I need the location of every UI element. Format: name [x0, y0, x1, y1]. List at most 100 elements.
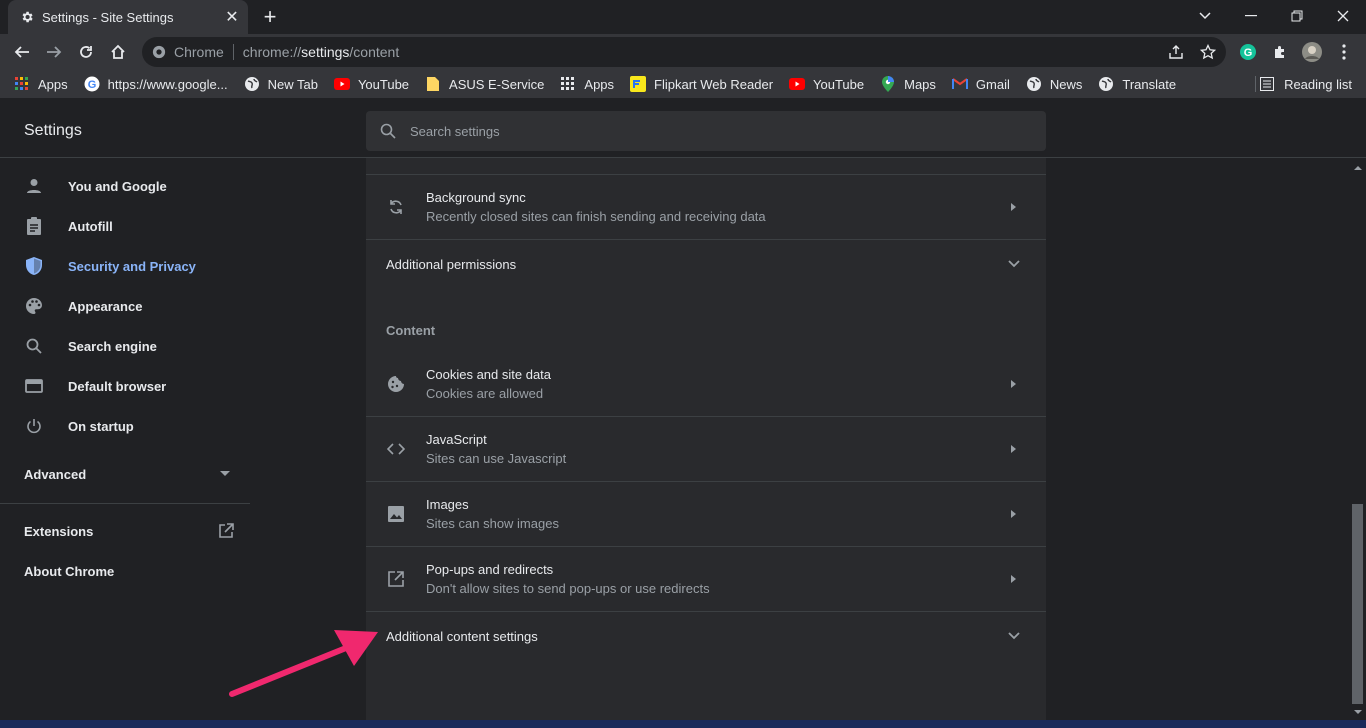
restore-button[interactable] — [1274, 0, 1320, 32]
bookmark-flipkart[interactable]: Flipkart Web Reader — [630, 76, 773, 92]
bookmark-label: Maps — [904, 76, 936, 92]
grammarly-icon[interactable]: G — [1236, 40, 1260, 64]
bookmark-label: https://www.google... — [107, 76, 228, 92]
row-subtitle: Recently closed sites can finish sending… — [426, 209, 766, 224]
sidebar-item-on-startup[interactable]: On startup — [0, 406, 250, 446]
person-icon — [24, 176, 44, 196]
bookmark-label: New Tab — [267, 76, 318, 92]
sidebar-item-security[interactable]: Security and Privacy — [0, 246, 250, 286]
search-settings-box[interactable] — [366, 111, 1046, 151]
sidebar-item-appearance[interactable]: Appearance — [0, 286, 250, 326]
sidebar-item-label: Default browser — [68, 378, 167, 394]
row-popups[interactable]: Pop-ups and redirects Don't allow sites … — [366, 547, 1046, 611]
reading-list-icon — [1260, 77, 1275, 91]
globe-icon — [1026, 76, 1042, 92]
tab-title: Settings - Site Settings — [42, 9, 174, 25]
row-background-sync[interactable]: Background sync Recently closed sites ca… — [366, 175, 1046, 239]
gear-icon — [20, 10, 34, 24]
omnibox-separator — [232, 44, 234, 60]
url-path: /content — [349, 44, 400, 60]
sidebar-divider — [0, 503, 250, 504]
bookmark-youtube-2[interactable]: YouTube — [789, 76, 864, 92]
bookmark-translate[interactable]: Translate — [1098, 76, 1176, 92]
clipboard-icon — [24, 216, 44, 236]
sidebar-item-autofill[interactable]: Autofill — [0, 206, 250, 246]
row-subtitle: Sites can use Javascript — [426, 451, 567, 466]
sidebar-item-search-engine[interactable]: Search engine — [0, 326, 250, 366]
folder-icon — [425, 76, 441, 92]
extensions-puzzle-icon[interactable] — [1268, 40, 1292, 64]
search-icon — [24, 336, 44, 356]
bookmark-label: Flipkart Web Reader — [654, 76, 774, 92]
reading-list-button[interactable]: Reading list — [1260, 70, 1352, 98]
row-images[interactable]: Images Sites can show images — [366, 482, 1046, 546]
menu-kebab-icon[interactable] — [1332, 40, 1356, 64]
chevron-right-icon — [1008, 508, 1020, 520]
globe-icon — [244, 76, 260, 92]
sidebar-item-label: About Chrome — [24, 563, 115, 579]
bookmark-new-tab[interactable]: New Tab — [244, 76, 318, 92]
youtube-icon — [789, 76, 806, 92]
minimize-button[interactable] — [1228, 0, 1274, 32]
bookmark-maps[interactable]: Maps — [880, 76, 936, 92]
reload-button[interactable] — [72, 38, 100, 66]
reading-list-label: Reading list — [1284, 76, 1352, 92]
tab-search-icon[interactable] — [1182, 0, 1228, 32]
sidebar-item-label: Advanced — [24, 466, 87, 482]
row-cookies[interactable]: Cookies and site data Cookies are allowe… — [366, 351, 1046, 416]
sidebar-item-default-browser[interactable]: Default browser — [0, 366, 250, 406]
open-in-new-icon — [386, 569, 406, 589]
bookmark-label: YouTube — [813, 76, 865, 92]
close-window-button[interactable] — [1320, 0, 1366, 32]
code-icon — [386, 439, 406, 459]
bookmark-gmail[interactable]: Gmail — [951, 76, 1010, 92]
close-tab-icon[interactable]: ✕ — [222, 7, 242, 27]
shield-icon — [24, 256, 44, 276]
palette-icon — [24, 296, 44, 316]
tab-settings[interactable]: Settings - Site Settings ✕ — [8, 0, 248, 34]
bookmark-apps-2[interactable]: Apps — [560, 76, 614, 92]
search-input[interactable] — [410, 123, 1010, 139]
bookmark-google[interactable]: G https://www.google... — [84, 76, 228, 92]
row-subtitle: Don't allow sites to send pop-ups or use… — [426, 581, 710, 596]
bookmark-apps[interactable]: Apps — [14, 76, 68, 92]
row-additional-content-settings[interactable]: Additional content settings — [366, 612, 1046, 660]
scrollbar-thumb[interactable] — [1352, 504, 1363, 704]
sidebar-item-extensions[interactable]: Extensions — [0, 511, 250, 551]
maps-icon — [880, 76, 896, 92]
open-in-new-icon — [218, 523, 234, 539]
home-button[interactable] — [104, 38, 132, 66]
row-additional-permissions[interactable]: Additional permissions — [366, 240, 1046, 288]
flipkart-icon — [630, 76, 647, 92]
chevron-down-icon — [1008, 630, 1020, 642]
bookmark-asus[interactable]: ASUS E-Service — [425, 76, 544, 92]
bookmarks-divider — [1255, 76, 1256, 92]
sidebar-item-you-and-google[interactable]: You and Google — [0, 166, 250, 206]
row-javascript[interactable]: JavaScript Sites can use Javascript — [366, 417, 1046, 481]
globe-icon — [1098, 76, 1114, 92]
google-icon: G — [84, 76, 100, 92]
bookmark-label: ASUS E-Service — [449, 76, 545, 92]
bookmark-youtube[interactable]: YouTube — [333, 76, 409, 92]
scroll-up-icon[interactable] — [1350, 162, 1366, 174]
sidebar-item-about-chrome[interactable]: About Chrome — [0, 551, 250, 591]
address-bar[interactable]: Chrome chrome://settings/content — [142, 37, 1226, 67]
new-tab-button[interactable]: + — [258, 4, 282, 29]
site-settings-card: Background sync Recently closed sites ca… — [366, 158, 1046, 720]
bookmark-star-icon[interactable] — [1196, 40, 1220, 64]
bookmarks-bar: Apps G https://www.google... New Tab You… — [0, 70, 1366, 98]
bookmark-news[interactable]: News — [1026, 76, 1082, 92]
row-subtitle: Cookies are allowed — [426, 385, 544, 401]
share-icon[interactable] — [1164, 40, 1188, 64]
svg-text:G: G — [87, 79, 96, 91]
svg-text:G: G — [1244, 47, 1253, 59]
avatar[interactable] — [1300, 40, 1324, 64]
sidebar-item-advanced[interactable]: Advanced — [0, 454, 250, 494]
back-button[interactable] — [8, 38, 36, 66]
chevron-right-icon — [1008, 378, 1020, 390]
forward-button[interactable] — [40, 38, 68, 66]
bookmark-label: Apps — [584, 76, 615, 92]
sidebar-item-label: Extensions — [24, 523, 94, 539]
power-icon — [24, 416, 44, 436]
scroll-down-icon[interactable] — [1350, 706, 1366, 718]
